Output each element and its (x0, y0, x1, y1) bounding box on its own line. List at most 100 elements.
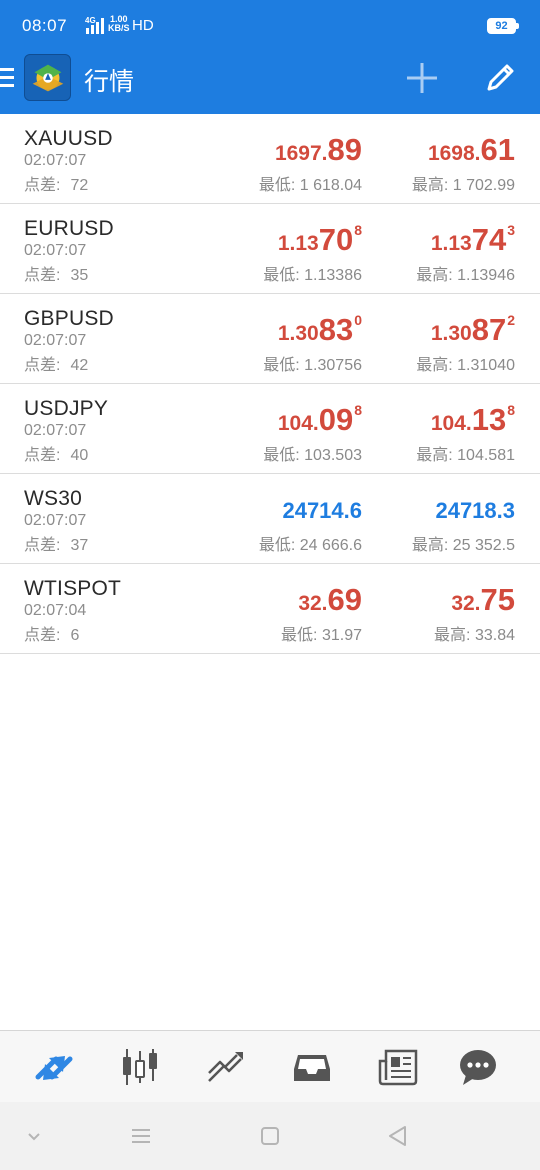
high-label: 最高: (411, 537, 449, 554)
bid-price-prefix: 104. (277, 412, 319, 435)
low-price: 最低: 31.97 (281, 621, 362, 645)
home-square-icon[interactable] (258, 1124, 282, 1148)
bid-price: 104.098 (277, 402, 362, 437)
battery-icon: 92 (487, 18, 519, 34)
spread-value: 6 (70, 627, 80, 644)
ask-price-prefix: 1.30 (430, 322, 472, 345)
bid-price-fraction: 0 (354, 312, 362, 328)
spread-value: 37 (70, 537, 89, 554)
ask-price: 1.13743 (431, 222, 515, 257)
high-label: 最高: (416, 447, 453, 464)
spread-label: 点差: (24, 627, 61, 644)
high-price: 最高: 1 702.99 (412, 171, 515, 195)
low-label: 最低: (263, 267, 300, 284)
spread: 点差: 35 (24, 261, 88, 285)
low-price: 最低: 24 666.6 (259, 531, 362, 555)
quote-row-wtispot[interactable]: WTISPOT 02:07:04 点差: 6 32.69 32.75 最低: 31… (0, 564, 540, 654)
low-price: 最低: 103.503 (263, 441, 362, 465)
high-value: 104.581 (457, 447, 515, 464)
low-price: 最低: 1 618.04 (259, 171, 362, 195)
bid-price: 24714.6 (282, 498, 362, 523)
low-label: 最低: (263, 357, 300, 374)
app-bar: 行情 (0, 54, 540, 114)
bid-price-prefix: 1697. (274, 142, 328, 165)
high-price: 最高: 1.31040 (416, 351, 515, 375)
spread-label: 点差: (24, 177, 61, 194)
quote-time: 02:07:07 (24, 422, 87, 439)
history-icon[interactable] (292, 1047, 332, 1087)
bid-price-pips: 89 (327, 132, 362, 167)
quote-row-gbpusd[interactable]: GBPUSD 02:07:07 点差: 42 1.30830 1.30872 最低… (0, 294, 540, 384)
menu-lines-icon[interactable] (129, 1124, 153, 1148)
spread-label: 点差: (24, 357, 61, 374)
symbol-name: XAUUSD (24, 127, 113, 150)
quote-time: 02:07:04 (24, 602, 87, 619)
high-value: 33.84 (474, 627, 515, 644)
bid-price: 1.13708 (278, 222, 362, 257)
bid-price-prefix: 1.30 (277, 322, 319, 345)
back-triangle-icon[interactable] (386, 1124, 410, 1148)
ask-price-pips: 87 (471, 312, 507, 347)
status-time: 08:07 (22, 16, 68, 35)
spread-label: 点差: (24, 447, 61, 464)
ask-price-pips: 75 (480, 582, 515, 617)
plus-icon[interactable] (404, 60, 440, 96)
ask-price: 104.138 (431, 402, 515, 437)
menu-icon[interactable] (0, 68, 16, 88)
quote-time: 02:07:07 (24, 332, 87, 349)
symbol-name: EURUSD (24, 217, 114, 240)
bottom-tab-bar (0, 1030, 540, 1102)
spread-value: 35 (70, 267, 89, 284)
ask-price-prefix: 32. (451, 592, 481, 615)
messages-icon[interactable] (458, 1047, 498, 1087)
ask-price-fraction: 2 (507, 312, 515, 328)
high-price: 最高: 33.84 (434, 621, 515, 645)
trade-icon[interactable] (206, 1047, 246, 1087)
bid-price: 1697.89 (274, 132, 362, 167)
low-value: 31.97 (321, 627, 362, 644)
quotes-icon[interactable] (34, 1047, 74, 1087)
bid-price-pips: 70 (318, 222, 354, 257)
news-icon[interactable] (378, 1047, 418, 1087)
high-value: 1.31040 (457, 357, 515, 374)
bid-price-pips: 69 (327, 582, 362, 617)
low-price: 最低: 1.13386 (263, 261, 362, 285)
spread: 点差: 6 (24, 621, 79, 645)
quote-row-eurusd[interactable]: EURUSD 02:07:07 点差: 35 1.13708 1.13743 最低… (0, 204, 540, 294)
top-bar: 08:07 4G 1.00 KB/S HD 92 行情 (0, 0, 540, 114)
high-label: 最高: (411, 177, 449, 194)
app-logo[interactable] (24, 54, 71, 101)
quote-time: 02:07:07 (24, 152, 87, 169)
quote-time: 02:07:07 (24, 242, 87, 259)
spread: 点差: 37 (24, 531, 88, 555)
low-value: 103.503 (304, 447, 362, 464)
spread-value: 72 (70, 177, 89, 194)
low-value: 1.13386 (304, 267, 362, 284)
chart-icon[interactable] (120, 1047, 160, 1087)
quote-time: 02:07:07 (24, 512, 87, 529)
edit-icon[interactable] (482, 60, 518, 96)
spread: 点差: 40 (24, 441, 88, 465)
system-nav-bar (0, 1102, 540, 1170)
ask-price-fraction: 3 (507, 222, 515, 238)
ask-price: 24718.3 (435, 498, 515, 523)
bid-price-pips: 83 (318, 312, 354, 347)
symbol-name: GBPUSD (24, 307, 114, 330)
high-value: 25 352.5 (452, 537, 515, 554)
collapse-icon[interactable] (22, 1124, 46, 1148)
spread: 点差: 72 (24, 171, 88, 195)
bid-price: 1.30830 (277, 312, 362, 347)
status-bar: 08:07 4G 1.00 KB/S HD 92 (0, 0, 540, 54)
ask-price: 1.30872 (430, 312, 515, 347)
low-price: 最低: 1.30756 (263, 351, 362, 375)
hd-indicator: HD (132, 17, 154, 34)
quote-row-ws30[interactable]: WS30 02:07:07 点差: 37 24714.6 24718.3 最低: … (0, 474, 540, 564)
quote-row-usdjpy[interactable]: USDJPY 02:07:07 点差: 40 104.098 104.138 最低… (0, 384, 540, 474)
quote-row-xauusd[interactable]: XAUUSD 02:07:07 点差: 72 1697.89 1698.61 最低… (0, 114, 540, 204)
low-value: 1 618.04 (299, 177, 362, 194)
high-label: 最高: (416, 357, 453, 374)
spread-label: 点差: (24, 537, 61, 554)
battery-level: 92 (495, 20, 508, 32)
low-label: 最低: (258, 177, 296, 194)
high-value: 1 702.99 (452, 177, 515, 194)
